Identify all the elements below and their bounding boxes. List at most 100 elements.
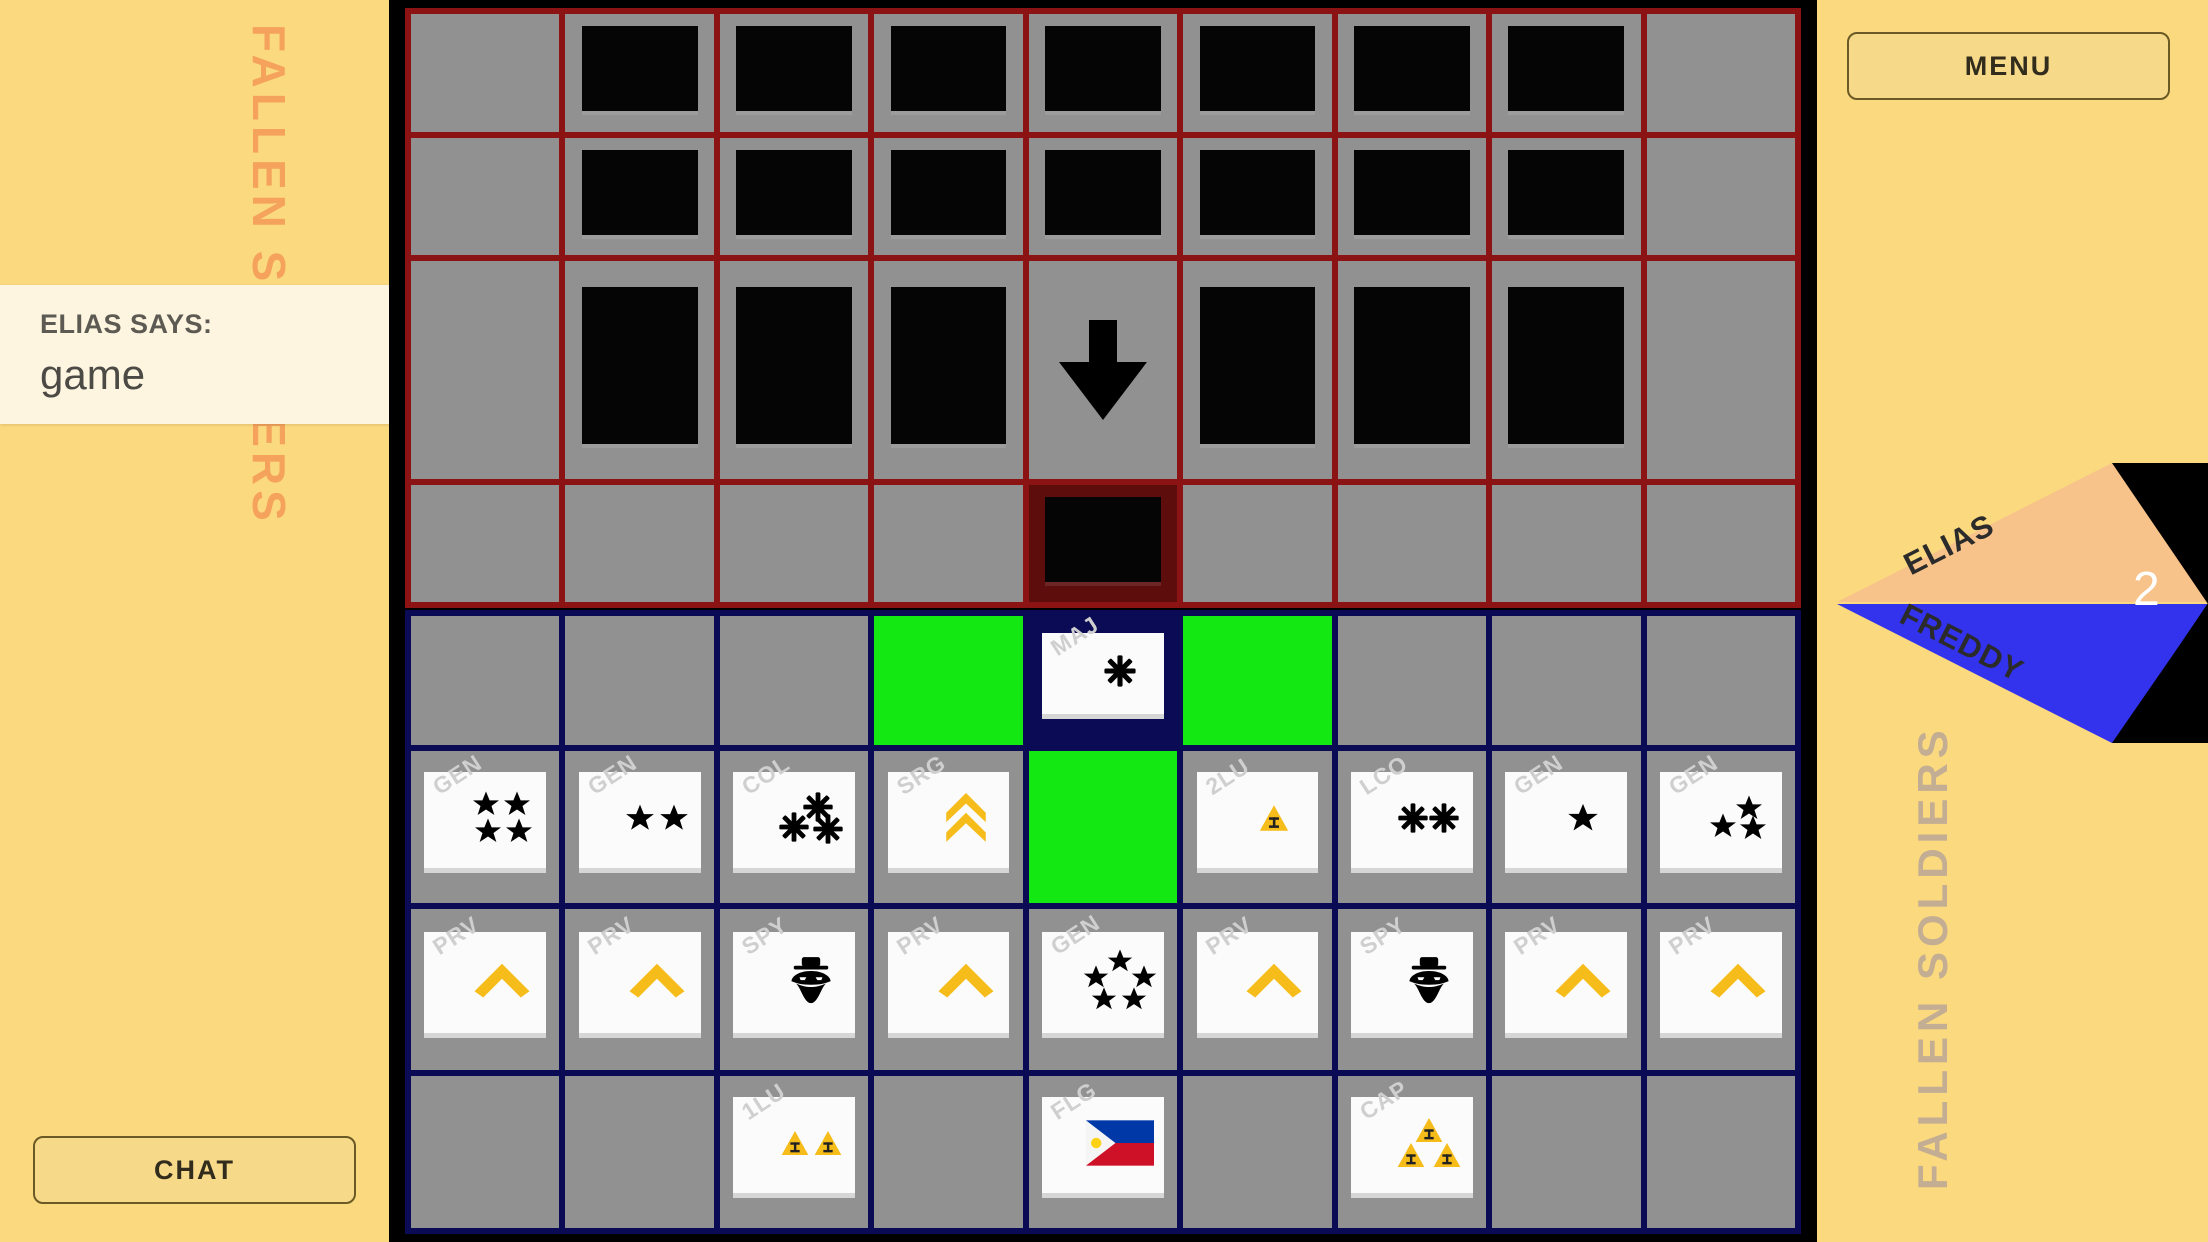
enemy-cell-r0c4[interactable] <box>1028 14 1178 132</box>
enemy-cell-r1c0[interactable] <box>411 137 560 255</box>
enemy-cell-r2c7[interactable] <box>1492 261 1641 479</box>
player-cell-r2c3[interactable]: PRV <box>874 909 1023 1070</box>
player-piece-gen[interactable]: GEN <box>1042 909 1164 1034</box>
player-piece-gen[interactable]: GEN <box>1659 751 1782 868</box>
enemy-board-grid[interactable] <box>405 8 1801 608</box>
player-cell-r3c3[interactable] <box>874 1076 1023 1228</box>
move-arrow-down-icon[interactable] <box>1028 261 1178 479</box>
enemy-cell-r2c8[interactable] <box>1646 261 1795 479</box>
enemy-cell-r1c4[interactable] <box>1028 137 1178 255</box>
enemy-cell-r1c5[interactable] <box>1183 137 1332 255</box>
player-piece-2lu[interactable]: 2LU <box>1196 753 1319 868</box>
enemy-cell-r3c2[interactable] <box>719 484 869 602</box>
player-cell-r1c1[interactable]: GEN <box>565 751 714 903</box>
player-cell-r0c7[interactable] <box>1492 616 1641 745</box>
player-cell-r1c7[interactable]: GEN <box>1492 751 1641 903</box>
enemy-cell-r1c6[interactable] <box>1337 137 1487 255</box>
player-cell-r1c4[interactable] <box>1028 751 1178 903</box>
player-piece-spy[interactable]: SPY <box>733 911 855 1034</box>
enemy-cell-r2c0[interactable] <box>411 261 560 479</box>
player-piece-prv[interactable]: PRV <box>424 911 547 1034</box>
enemy-cell-r3c8[interactable] <box>1646 484 1795 602</box>
player-cell-r3c2[interactable]: 1LU <box>719 1076 869 1228</box>
player-piece-prv[interactable]: PRV <box>887 911 1010 1034</box>
enemy-cell-r1c1[interactable] <box>565 137 714 255</box>
player-cell-r2c7[interactable]: PRV <box>1492 909 1641 1070</box>
enemy-cell-r0c7[interactable] <box>1492 14 1641 132</box>
player-piece-1lu[interactable]: 1LU <box>733 1078 855 1193</box>
player-cell-r3c0[interactable] <box>411 1076 560 1228</box>
player-cell-r0c8[interactable] <box>1646 616 1795 745</box>
player-cell-r2c6[interactable]: SPY <box>1337 909 1487 1070</box>
player-piece-prv[interactable]: PRV <box>1196 911 1319 1034</box>
enemy-cell-r0c6[interactable] <box>1337 14 1487 132</box>
player-piece-lco[interactable]: LCO <box>1351 751 1473 868</box>
player-cell-r0c3[interactable] <box>874 616 1023 745</box>
piece-rank-label: PRV <box>1663 910 1720 960</box>
enemy-cell-r0c8[interactable] <box>1646 14 1795 132</box>
player-piece-maj[interactable]: MAJ <box>1042 616 1164 715</box>
enemy-cell-r3c4[interactable] <box>1028 484 1178 602</box>
player-piece-srg[interactable]: SRG <box>887 751 1010 868</box>
player-cell-r3c6[interactable]: CAP <box>1337 1076 1487 1228</box>
player-cell-r0c0[interactable] <box>411 616 560 745</box>
enemy-cell-r0c3[interactable] <box>874 14 1023 132</box>
enemy-cell-r1c3[interactable] <box>874 137 1023 255</box>
player-cell-r2c5[interactable]: PRV <box>1183 909 1332 1070</box>
enemy-cell-r0c5[interactable] <box>1183 14 1332 132</box>
enemy-cell-r2c3[interactable] <box>874 261 1023 479</box>
player-cell-r1c6[interactable]: LCO <box>1337 751 1487 903</box>
enemy-cell-r1c2[interactable] <box>719 137 869 255</box>
player-cell-r1c0[interactable]: GEN <box>411 751 560 903</box>
enemy-cell-r1c7[interactable] <box>1492 137 1641 255</box>
player-cell-r2c0[interactable]: PRV <box>411 909 560 1070</box>
player-cell-r0c2[interactable] <box>719 616 869 745</box>
enemy-cell-r0c1[interactable] <box>565 14 714 132</box>
enemy-cell-r3c5[interactable] <box>1183 484 1332 602</box>
menu-button[interactable]: MENU <box>1847 32 2170 100</box>
player-cell-r0c4[interactable]: MAJ <box>1028 616 1178 745</box>
enemy-cell-r3c3[interactable] <box>874 484 1023 602</box>
player-cell-r0c6[interactable] <box>1337 616 1487 745</box>
enemy-cell-r2c6[interactable] <box>1337 261 1487 479</box>
player-piece-flg[interactable]: FLG <box>1042 1076 1164 1193</box>
player-piece-gen[interactable]: GEN <box>424 751 547 868</box>
player-piece-cap[interactable]: CAP <box>1351 1076 1473 1193</box>
enemy-cell-r2c1[interactable] <box>565 261 714 479</box>
player-cell-r1c3[interactable]: SRG <box>874 751 1023 903</box>
player-piece-gen[interactable]: GEN <box>578 751 701 868</box>
enemy-cell-r2c2[interactable] <box>719 261 869 479</box>
player-cell-r1c5[interactable]: 2LU <box>1183 751 1332 903</box>
player-cell-r2c1[interactable]: PRV <box>565 909 714 1070</box>
player-cell-r3c1[interactable] <box>565 1076 714 1228</box>
piece-insignia-one-asterisk-icon <box>1103 654 1137 693</box>
enemy-cell-r3c0[interactable] <box>411 484 560 602</box>
player-cell-r3c4[interactable]: FLG <box>1028 1076 1178 1228</box>
player-piece-gen[interactable]: GEN <box>1505 751 1628 868</box>
player-cell-r3c8[interactable] <box>1646 1076 1795 1228</box>
player-cell-r1c8[interactable]: GEN <box>1646 751 1795 903</box>
player-cell-r3c5[interactable] <box>1183 1076 1332 1228</box>
player-cell-r2c2[interactable]: SPY <box>719 909 869 1070</box>
player-cell-r0c1[interactable] <box>565 616 714 745</box>
enemy-cell-r0c0[interactable] <box>411 14 560 132</box>
enemy-cell-r2c5[interactable] <box>1183 261 1332 479</box>
enemy-cell-r3c6[interactable] <box>1337 484 1487 602</box>
player-cell-r2c4[interactable]: GEN <box>1028 909 1178 1070</box>
player-cell-r1c2[interactable]: COL <box>719 751 869 903</box>
chat-button[interactable]: CHAT <box>33 1136 356 1204</box>
player-piece-prv[interactable]: PRV <box>1659 911 1782 1034</box>
player-board-grid[interactable]: MAJ GEN GEN COL SRG 2LU LCO GEN GEN PRV PRV SPY PRV G… <box>405 610 1801 1234</box>
enemy-cell-r0c2[interactable] <box>719 14 869 132</box>
player-piece-prv[interactable]: PRV <box>1505 911 1628 1034</box>
player-cell-r3c7[interactable] <box>1492 1076 1641 1228</box>
player-piece-prv[interactable]: PRV <box>578 911 701 1034</box>
enemy-cell-r3c7[interactable] <box>1492 484 1641 602</box>
player-piece-col[interactable]: COL <box>733 751 855 868</box>
chat-message-bubble[interactable]: ELIAS SAYS: game <box>0 285 452 424</box>
player-cell-r0c5[interactable] <box>1183 616 1332 745</box>
enemy-cell-r3c1[interactable] <box>565 484 714 602</box>
enemy-cell-r1c8[interactable] <box>1646 137 1795 255</box>
player-piece-spy[interactable]: SPY <box>1351 911 1473 1034</box>
player-cell-r2c8[interactable]: PRV <box>1646 909 1795 1070</box>
